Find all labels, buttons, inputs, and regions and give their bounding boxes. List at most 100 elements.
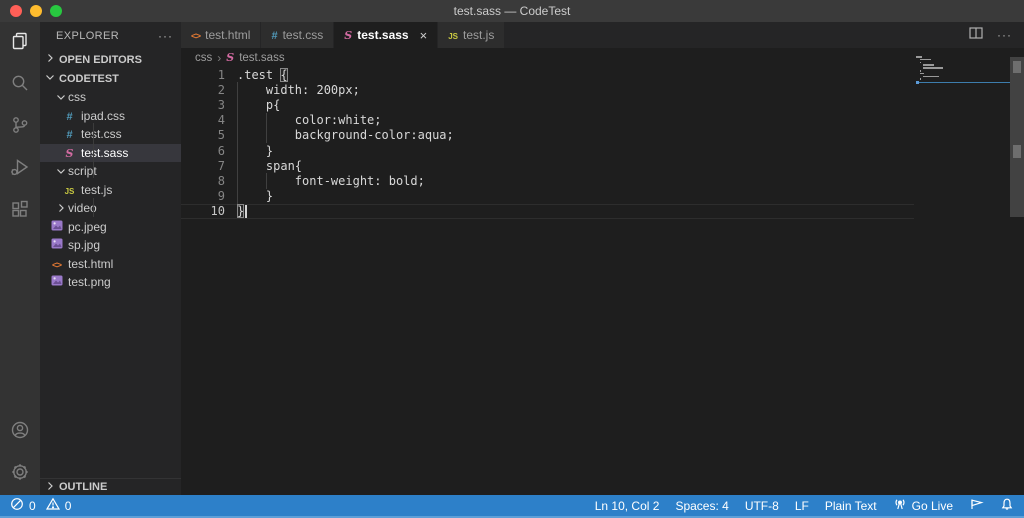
split-editor-icon[interactable] xyxy=(967,24,985,47)
workspace-folder-section[interactable]: CODETEST xyxy=(40,69,181,88)
activity-bar xyxy=(0,22,40,495)
broadcast-icon xyxy=(893,497,907,514)
status-encoding[interactable]: UTF-8 xyxy=(745,499,779,513)
tree-folder-script[interactable]: script xyxy=(40,162,181,181)
status-label: Spaces: 4 xyxy=(675,498,729,513)
scrollbar-slider[interactable] xyxy=(1010,57,1024,217)
breadcrumb-item[interactable]: css xyxy=(195,52,212,64)
status-language-mode[interactable]: Plain Text xyxy=(825,499,877,513)
tab-test-css[interactable]: # test.css xyxy=(261,22,335,48)
tree-file-test-css[interactable]: # test.css xyxy=(40,125,181,144)
line-text: font-weight: bold; xyxy=(237,173,425,189)
breadcrumb-item[interactable]: test.sass xyxy=(239,52,284,64)
editor-more-actions-icon[interactable]: ··· xyxy=(997,28,1012,42)
js-file-icon: JS xyxy=(448,32,458,41)
line-text: p{ xyxy=(237,97,281,113)
code-line-4[interactable]: 4 color:white; xyxy=(181,112,914,128)
tab-label: test.html xyxy=(205,28,251,42)
status-feedback[interactable] xyxy=(969,497,984,514)
tree-item-label: test.sass xyxy=(81,145,129,160)
activity-bar-explorer[interactable] xyxy=(0,22,40,64)
outline-section[interactable]: OUTLINE xyxy=(40,478,181,495)
close-window-button[interactable] xyxy=(10,5,22,17)
tree-item-label: pc.jpeg xyxy=(68,219,107,234)
tab-test-sass[interactable]: Stest.sass × xyxy=(334,22,439,48)
code-line-6[interactable]: 6 } xyxy=(181,142,914,159)
minimap-line xyxy=(916,56,923,58)
tree-item-label: sp.jpg xyxy=(68,238,101,253)
code-line-8[interactable]: 8 font-weight: bold; xyxy=(181,173,914,189)
title-bar: test.sass — CodeTest xyxy=(0,0,1024,22)
chevron-down-icon xyxy=(54,90,68,104)
code-line-7[interactable]: 7 span{ xyxy=(181,158,914,174)
status-eol[interactable]: LF xyxy=(795,499,809,513)
explorer-more-actions-button[interactable]: ··· xyxy=(158,29,173,43)
image-file-icon xyxy=(49,238,64,252)
minimize-window-button[interactable] xyxy=(30,5,42,17)
zoom-window-button[interactable] xyxy=(50,5,62,17)
status-errors[interactable]: 0 xyxy=(10,497,36,514)
sass-file-icon: S xyxy=(65,146,74,160)
overview-ruler-mark xyxy=(1013,61,1021,73)
editor-area: <> test.html # test.css Stest.sass × JS test.js… xyxy=(181,22,1024,495)
status-warnings[interactable]: 0 xyxy=(45,497,71,514)
line-number: 9 xyxy=(217,189,225,204)
tab-test-js[interactable]: JS test.js xyxy=(438,22,506,48)
tree-item-label: test.js xyxy=(81,182,113,197)
html-file-icon: <> xyxy=(191,31,201,42)
tree-file-sp-jpg[interactable]: sp.jpg xyxy=(40,236,181,255)
status-go-live[interactable]: Go Live xyxy=(893,497,953,514)
tree-item-label: ipad.css xyxy=(81,108,126,123)
tree-file-test-png[interactable]: test.png xyxy=(40,273,181,292)
minimap-current-line xyxy=(916,81,1010,84)
code-line-1[interactable]: 1 .test { xyxy=(181,67,914,82)
tree-file-ipad-css[interactable]: # ipad.css xyxy=(40,107,181,126)
tab-label: test.js xyxy=(463,28,495,42)
line-number: 5 xyxy=(217,128,225,143)
line-number: 6 xyxy=(217,143,225,158)
tree-item-label: test.png xyxy=(68,275,111,290)
code-line-9[interactable]: 9 } xyxy=(181,188,914,204)
status-notifications[interactable] xyxy=(1000,497,1014,514)
close-tab-icon[interactable]: × xyxy=(420,28,428,43)
tree-file-test-sass[interactable]: Stest.sass xyxy=(40,143,181,162)
line-number: 4 xyxy=(217,113,225,128)
activity-bar-extensions[interactable] xyxy=(0,190,40,232)
status-indentation[interactable]: Spaces: 4 xyxy=(675,499,728,513)
tree-folder-css[interactable]: css xyxy=(40,88,181,107)
overview-ruler-mark xyxy=(1013,145,1021,158)
activity-bar-account[interactable] xyxy=(0,411,40,453)
activity-bar-search[interactable] xyxy=(0,64,40,106)
activity-bar-run-debug[interactable] xyxy=(0,148,40,190)
code-line-3[interactable]: 3 p{ xyxy=(181,97,914,113)
tab-test-html[interactable]: <> test.html xyxy=(181,22,262,48)
code-line-10[interactable]: 10} xyxy=(181,203,914,219)
files-icon xyxy=(9,30,31,57)
code-line-5[interactable]: 5 background-color:aqua; xyxy=(181,127,914,143)
line-text: width: 200px; xyxy=(237,82,360,98)
tree-file-test-html[interactable]: <> test.html xyxy=(40,255,181,274)
tree-file-test-js[interactable]: JS test.js xyxy=(40,181,181,200)
tree-folder-video[interactable]: video xyxy=(40,199,181,218)
line-text: } xyxy=(237,142,274,159)
vertical-scrollbar[interactable] xyxy=(1010,48,1024,495)
minimap-cursor xyxy=(916,80,920,84)
code-line-2[interactable]: 2 width: 200px; xyxy=(181,82,914,98)
activity-bar-source-control[interactable] xyxy=(0,106,40,148)
minimap-line xyxy=(923,67,943,69)
status-cursor-position[interactable]: Ln 10, Col 2 xyxy=(595,499,660,513)
minimap-line xyxy=(923,75,940,78)
indent-guide xyxy=(237,188,238,204)
sidebar-title: EXPLORER xyxy=(56,30,120,42)
workspace-folder-label: CODETEST xyxy=(59,72,119,85)
search-icon xyxy=(9,72,31,99)
code-editor[interactable]: 1 .test {2 width: 200px; 3 p{4 color:white… xyxy=(181,67,914,219)
activity-bar-settings[interactable] xyxy=(0,453,40,495)
chevron-right-icon xyxy=(54,201,68,215)
minimap[interactable] xyxy=(916,56,1010,236)
open-editors-section[interactable]: OPEN EDITORS xyxy=(40,50,181,69)
minimap-line xyxy=(923,64,934,66)
minimap-line xyxy=(919,58,932,61)
tree-file-pc-jpeg[interactable]: pc.jpeg xyxy=(40,218,181,237)
outline-label: OUTLINE xyxy=(59,481,108,493)
